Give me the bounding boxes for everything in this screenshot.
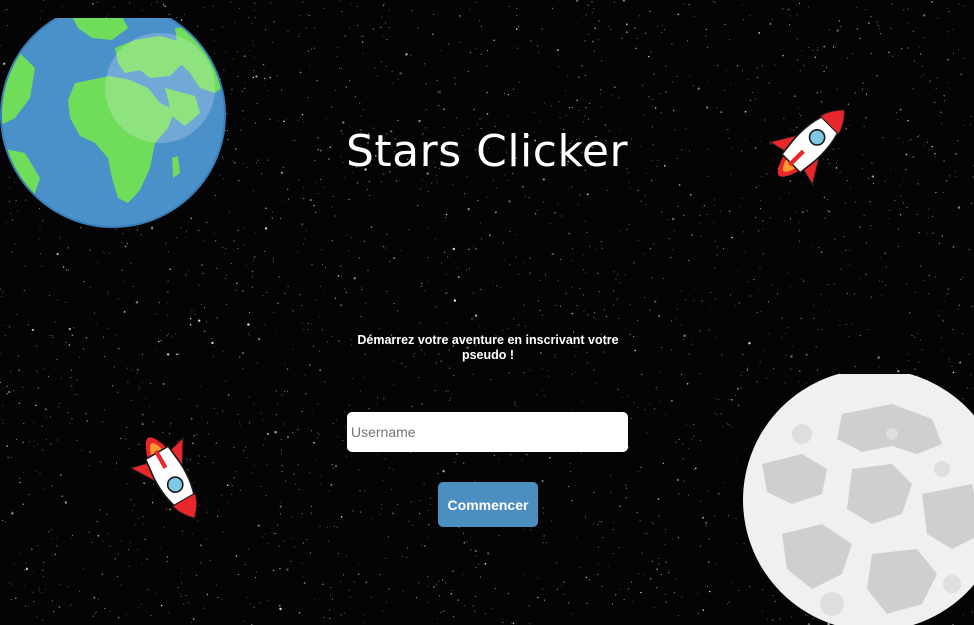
start-button[interactable]: Commencer bbox=[438, 482, 538, 527]
username-input[interactable] bbox=[347, 412, 628, 452]
earth-icon bbox=[0, 18, 226, 228]
moon-icon bbox=[743, 374, 974, 625]
rocket-icon bbox=[129, 436, 198, 520]
signup-instructions: Démarrez votre aventure en inscrivant vo… bbox=[357, 333, 619, 362]
page-title: Stars Clicker bbox=[345, 126, 629, 177]
page: Stars Clicker Démarrez votre aventure en… bbox=[0, 0, 974, 625]
